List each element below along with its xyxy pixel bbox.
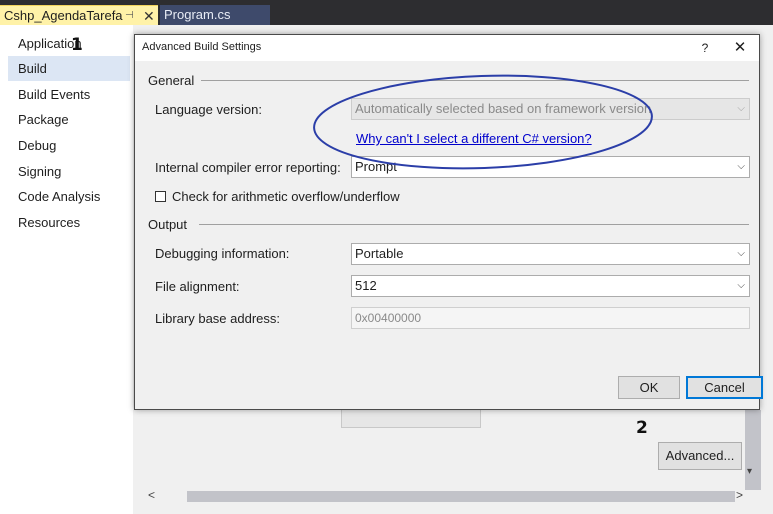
chevron-down-icon: ⌵ [737, 248, 745, 259]
group-divider [201, 80, 749, 81]
tab-label: Program.cs [164, 7, 231, 22]
select-value: 512 [355, 278, 377, 293]
ok-button[interactable]: OK [618, 376, 680, 399]
sidebar-item-code-analysis[interactable]: Code Analysis [8, 184, 130, 209]
tab-program-cs[interactable]: Program.cs [160, 5, 270, 25]
select-value: Automatically selected based on framewor… [355, 101, 652, 116]
callout-number-1: 1 [71, 35, 83, 55]
overflow-check-label[interactable]: Check for arithmetic overflow/underflow [172, 189, 400, 204]
dialog-title: Advanced Build Settings [142, 41, 262, 53]
properties-sidebar: Application Build Build Events Package D… [0, 25, 133, 514]
sidebar-item-build-events[interactable]: Build Events [8, 82, 130, 107]
group-heading-general: General [148, 73, 195, 88]
horizontal-scrollbar[interactable]: < > [143, 488, 743, 504]
cancel-button[interactable]: Cancel [686, 376, 763, 399]
debugging-information-select[interactable]: Portable ⌵ [351, 243, 750, 265]
callout-number-2: 2 [636, 418, 648, 438]
language-version-select: Automatically selected based on framewor… [351, 98, 750, 120]
select-value: Portable [355, 246, 404, 261]
tab-cshp-agendatarefa[interactable]: Cshp_AgendaTarefa ⊣ ✕ [0, 5, 158, 25]
dialog-titlebar[interactable]: Advanced Build Settings ? ✕ [135, 35, 759, 61]
file-alignment-label: File alignment: [155, 279, 240, 294]
library-base-address-label: Library base address: [155, 311, 281, 326]
debugging-information-label: Debugging information: [155, 246, 290, 261]
sidebar-item-package[interactable]: Package [8, 107, 130, 132]
close-icon[interactable]: ✕ [727, 37, 753, 59]
sidebar-item-application[interactable]: Application [8, 31, 130, 56]
file-alignment-select[interactable]: 512 ⌵ [351, 275, 750, 297]
tab-label: Cshp_AgendaTarefa [4, 8, 123, 23]
sidebar-item-build[interactable]: Build [8, 56, 130, 81]
language-version-label: Language version: [155, 102, 262, 117]
background-field [341, 410, 481, 428]
scroll-down-icon[interactable]: ▾ [747, 466, 752, 477]
overflow-check-checkbox[interactable] [155, 191, 166, 202]
chevron-down-icon: ⌵ [737, 161, 745, 172]
library-base-address-input: 0x00400000 [351, 307, 750, 329]
sidebar-item-resources[interactable]: Resources [8, 210, 130, 235]
chevron-down-icon: ⌵ [737, 103, 745, 114]
vertical-scrollbar[interactable] [745, 410, 761, 490]
group-divider [199, 224, 749, 225]
scrollbar-thumb[interactable] [187, 491, 735, 502]
pin-icon[interactable]: ⊣ [125, 6, 134, 26]
why-cant-select-version-link[interactable]: Why can't I select a different C# versio… [356, 131, 592, 146]
advanced-button[interactable]: Advanced... [658, 442, 742, 470]
help-icon[interactable]: ? [693, 37, 717, 59]
select-value: Prompt [355, 159, 397, 174]
group-heading-output: Output [148, 217, 188, 232]
compiler-error-reporting-label: Internal compiler error reporting: [155, 160, 341, 175]
chevron-down-icon: ⌵ [737, 280, 745, 291]
compiler-error-reporting-select[interactable]: Prompt ⌵ [351, 156, 750, 178]
document-tabstrip: Cshp_AgendaTarefa ⊣ ✕ Program.cs [0, 0, 773, 25]
close-icon[interactable]: ✕ [143, 6, 155, 26]
scroll-left-icon[interactable]: < [148, 488, 155, 502]
scroll-right-icon[interactable]: > [736, 488, 743, 502]
sidebar-item-debug[interactable]: Debug [8, 133, 130, 158]
advanced-build-settings-dialog: Advanced Build Settings ? ✕ General Lang… [134, 34, 763, 410]
sidebar-item-signing[interactable]: Signing [8, 159, 130, 184]
